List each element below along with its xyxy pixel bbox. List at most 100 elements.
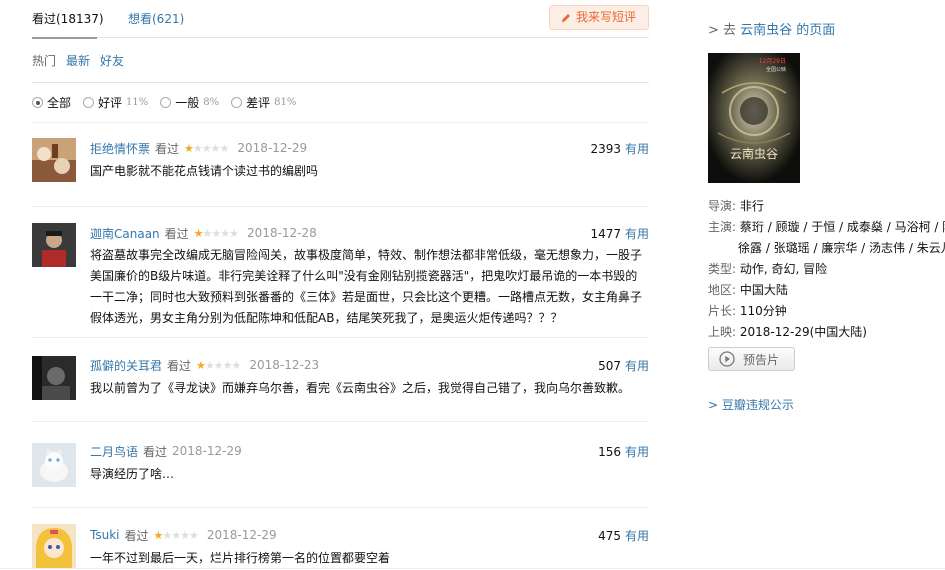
avatar[interactable] [32, 356, 76, 400]
radio-icon [160, 97, 172, 108]
comments-column: 看过(18137) 想看(621) 我来写短评 热门 最新 好友 全部 好评 1… [32, 0, 649, 570]
avatar[interactable] [32, 443, 76, 487]
region-value: 中国大陆 [739, 283, 788, 297]
avatar[interactable] [32, 138, 76, 182]
comment-user[interactable]: 拒绝情怀票 [90, 140, 150, 157]
radio-icon [83, 97, 95, 108]
cast-value-2: 徐露 / 张璐瑶 / 廉宗华 / 汤志伟 / 朱云儿 [738, 241, 945, 255]
vote-count: 475 [598, 529, 621, 543]
tab-watched[interactable]: 看过(18137) [32, 10, 104, 39]
play-icon [719, 351, 735, 367]
director-value: 非行 [739, 199, 764, 213]
bottom-divider [0, 568, 945, 569]
release-label: 上映: [708, 325, 737, 339]
link-prefix: > 去 [708, 23, 737, 38]
director-label: 导演: [708, 199, 737, 213]
sort-friends[interactable]: 好友 [100, 52, 124, 69]
comment-status: 看过 [164, 226, 189, 241]
genre-value: 动作, 奇幻, 冒险 [739, 262, 828, 276]
comment-text: 我以前曾为了《寻龙诀》而嫌弃乌尔善，看完《云南虫谷》之后，我觉得自己错了，我向乌… [90, 381, 631, 395]
sort-latest[interactable]: 最新 [66, 52, 90, 69]
useful-votes: 507 有用 [598, 357, 649, 374]
vote-count: 1477 [590, 227, 621, 241]
length-label: 片长: [708, 304, 737, 318]
avatar[interactable] [32, 223, 76, 267]
filter-label: 好评 [98, 96, 123, 110]
star-filled-icon: ★ [193, 226, 204, 240]
cast-row-continued: 徐露 / 张璐瑶 / 廉宗华 / 汤志伟 / 朱云儿 [708, 238, 945, 259]
filter-label: 差评 [246, 96, 271, 110]
rating-stars: ★ ★ ★ ★ ★ [193, 226, 239, 240]
comment-item: 二月鸟语 看过 2018-12-29 156 有用 导演经历了啥… [32, 422, 649, 508]
comment-date: 2018-12-29 [172, 444, 242, 458]
comment-date: 2018-12-23 [249, 358, 320, 372]
region-label: 地区: [708, 283, 737, 297]
rating-stars: ★ ★ ★ ★ ★ [184, 141, 229, 155]
tab-want[interactable]: 想看(621) [128, 10, 184, 27]
useful-button[interactable]: 有用 [625, 529, 649, 543]
useful-button[interactable]: 有用 [625, 445, 649, 459]
star-empty-icon: ★ [211, 226, 221, 240]
radio-icon [32, 97, 43, 108]
filter-pct: 11% [126, 97, 149, 108]
movie-poster[interactable]: 云南虫谷 12月29日 全国公映 [708, 53, 800, 183]
comment-header: 拒绝情怀票 看过 ★ ★ ★ ★ ★ 2018-12-29 [90, 140, 307, 156]
movie-page-link[interactable]: > 去 云南虫谷 的页面 [708, 19, 835, 38]
length-value: 110分钟 [739, 304, 787, 318]
trailer-label: 预告片 [743, 352, 780, 367]
comment-user[interactable]: 二月鸟语 [90, 443, 138, 460]
useful-button[interactable]: 有用 [625, 359, 649, 373]
comment-header: 孤僻的关耳君 看过 ★ ★ ★ ★ ★ 2018-12-23 [90, 357, 319, 373]
filter-all[interactable]: 全部 [32, 94, 71, 111]
trailer-button[interactable]: 预告片 [708, 347, 795, 371]
filter-bad[interactable]: 差评 81% [231, 94, 296, 111]
cast-row: 主演: 蔡珩 / 顾璇 / 于恒 / 成泰燊 / 马浴柯 / 陈萌 [708, 217, 945, 238]
star-empty-icon: ★ [201, 141, 212, 155]
genre-row: 类型: 动作, 奇幻, 冒险 [708, 259, 945, 280]
comment-user[interactable]: Tsuki [90, 528, 119, 542]
vote-count: 2393 [590, 142, 621, 156]
comment-date: 2018-12-28 [247, 226, 317, 240]
comment-date: 2018-12-29 [237, 141, 308, 155]
comment-tabs: 看过(18137) 想看(621) 我来写短评 [32, 0, 649, 39]
release-value: 2018-12-29(中国大陆) [739, 325, 867, 339]
comment-user[interactable]: 孤僻的关耳君 [90, 357, 162, 374]
filter-pct: 8% [203, 97, 220, 108]
comment-item: 迦南Canaan 看过 ★ ★ ★ ★ ★ 2018-12-28 1477 有用 将盗墓故… [32, 207, 649, 338]
star-empty-icon: ★ [210, 141, 221, 155]
comment-status: 看过 [167, 358, 192, 373]
movie-info: 导演: 非行 主演: 蔡珩 / 顾璇 / 于恒 / 成泰燊 / 马浴柯 / 陈萌… [708, 196, 945, 343]
comment-header: Tsuki 看过 ★ ★ ★ ★ ★ 2018-12-29 [90, 527, 277, 543]
sort-bar: 热门 最新 好友 [32, 38, 649, 83]
useful-button[interactable]: 有用 [625, 227, 649, 241]
sort-hot[interactable]: 热门 [32, 52, 56, 69]
vote-count: 507 [598, 359, 621, 373]
pencil-icon [561, 13, 570, 22]
avatar[interactable] [32, 524, 76, 568]
star-empty-icon: ★ [229, 226, 239, 240]
comment-user[interactable]: 迦南Canaan [90, 225, 160, 242]
useful-button[interactable]: 有用 [625, 142, 649, 156]
star-empty-icon: ★ [192, 141, 203, 155]
filter-average[interactable]: 一般 8% [160, 94, 219, 111]
poster-title: 云南虫谷 [730, 146, 778, 161]
cast-label: 主演: [708, 220, 737, 234]
vote-count: 156 [598, 445, 621, 459]
useful-votes: 156 有用 [598, 443, 649, 460]
star-empty-icon: ★ [171, 528, 181, 542]
report-link[interactable]: > 豆瓣违规公示 [708, 396, 794, 413]
star-empty-icon: ★ [162, 528, 172, 542]
comment-date: 2018-12-29 [206, 528, 277, 542]
useful-votes: 475 有用 [598, 527, 649, 544]
star-filled-icon: ★ [184, 141, 194, 155]
filter-good[interactable]: 好评 11% [83, 94, 148, 111]
rating-stars: ★ ★ ★ ★ ★ [154, 528, 199, 542]
comment-item: 孤僻的关耳君 看过 ★ ★ ★ ★ ★ 2018-12-23 507 有用 我以前曾为了《… [32, 338, 649, 422]
star-empty-icon: ★ [213, 358, 224, 372]
length-row: 片长: 110分钟 [708, 301, 945, 322]
star-empty-icon: ★ [231, 358, 242, 372]
filter-pct: 81% [274, 97, 297, 108]
star-empty-icon: ★ [220, 226, 230, 240]
write-review-button[interactable]: 我来写短评 [548, 5, 649, 30]
comment-item: 拒绝情怀票 看过 ★ ★ ★ ★ ★ 2018-12-29 2393 有用 国产电影就不能… [32, 123, 649, 207]
